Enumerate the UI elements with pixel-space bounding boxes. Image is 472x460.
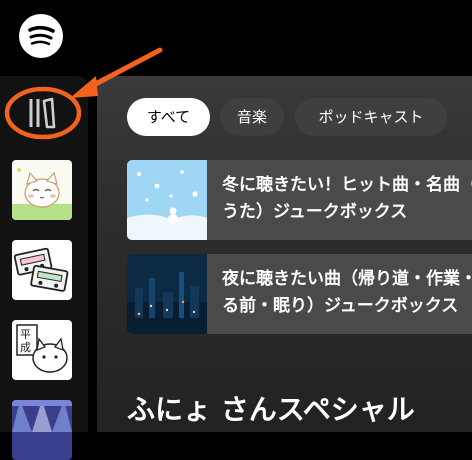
annotation-highlight — [4, 47, 163, 140]
